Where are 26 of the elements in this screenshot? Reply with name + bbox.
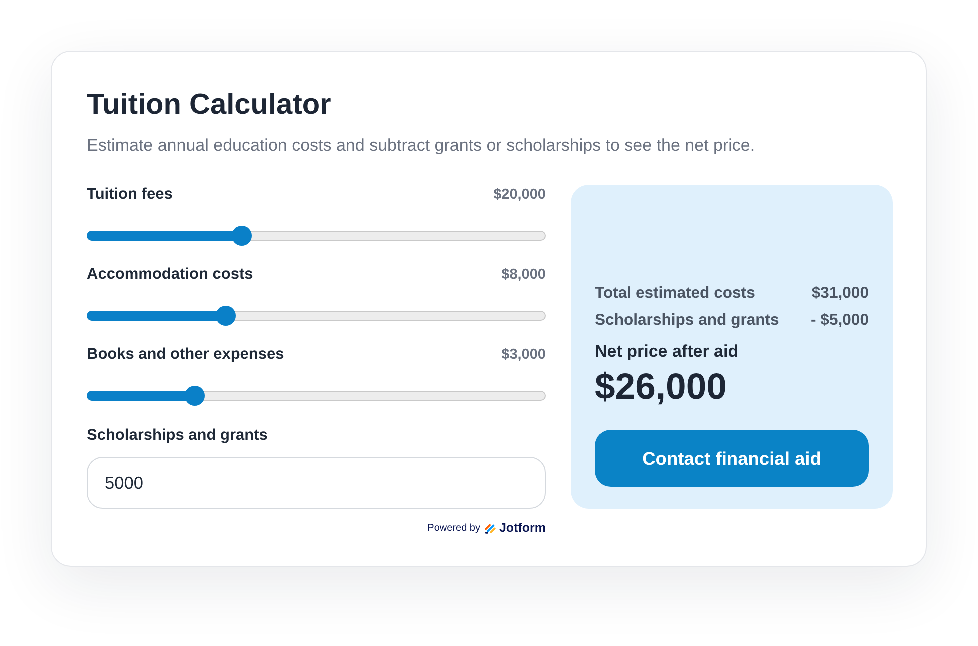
net-price-value: $26,000 (595, 365, 728, 409)
field-label: Scholarships and grants (87, 426, 269, 446)
slider-label: Books and other expenses (87, 345, 284, 365)
slider-track[interactable] (87, 386, 546, 406)
slider-value: $3,000 (502, 347, 546, 363)
slider-thumb[interactable] (232, 226, 252, 246)
summary-label: Total estimated costs (595, 284, 756, 304)
slider-label: Accommodation costs (87, 265, 254, 285)
calculator-title: Tuition Calculator (87, 88, 332, 122)
summary-value: - $5,000 (811, 311, 869, 331)
slider-thumb[interactable] (184, 386, 205, 406)
slider-track[interactable] (87, 306, 546, 326)
scholarships-input[interactable]: 5000 (87, 457, 546, 509)
contact-button[interactable]: Contact financial aid (595, 430, 869, 487)
logo-icon (485, 522, 496, 534)
calculator-description: Estimate annual education costs and subtract grants or scholarships to see the net price. (87, 136, 756, 156)
slider-label: Tuition fees (87, 185, 173, 205)
brand-name[interactable]: Jotform (499, 521, 546, 535)
net-price-label: Net price after aid (595, 342, 740, 362)
slider-value: $8,000 (502, 267, 546, 283)
slider-value: $20,000 (494, 187, 546, 203)
summary-value: $31,000 (812, 284, 869, 304)
slider-track[interactable] (87, 226, 546, 246)
powered-by-text: Powered by (428, 522, 480, 534)
slider-thumb[interactable] (216, 306, 236, 326)
summary-label: Scholarships and grants (595, 311, 780, 331)
